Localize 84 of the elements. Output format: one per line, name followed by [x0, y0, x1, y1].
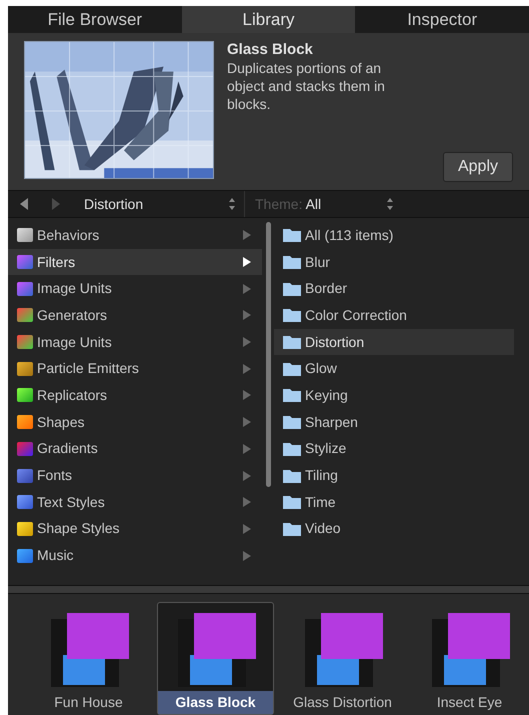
category-icon [16, 493, 34, 512]
folder-item[interactable]: Blur [274, 248, 514, 276]
tab[interactable]: Inspector [355, 6, 529, 33]
folder-icon [282, 334, 302, 350]
disclosure-arrow-icon [242, 417, 252, 428]
folder-item[interactable]: Stylize [274, 436, 514, 462]
folder-icon [282, 360, 302, 377]
folder-item[interactable]: Border [274, 275, 514, 302]
folder-icon [282, 468, 302, 484]
category-item[interactable]: Text Styles [8, 488, 262, 516]
folder-item[interactable]: Keying [274, 382, 514, 409]
effect-tile[interactable]: Fun House [30, 602, 147, 715]
disclosure-arrow-icon [242, 257, 252, 268]
stepper-arrows-icon [228, 197, 236, 211]
category-item[interactable]: Gradients [8, 436, 262, 462]
category-item[interactable]: Shape Styles [8, 516, 262, 542]
category-item[interactable]: Particle Emitters [8, 355, 262, 382]
disclosure-arrow-icon [242, 390, 252, 400]
disclosure-arrow-icon [242, 524, 252, 534]
category-icon [16, 360, 34, 378]
disclosure-arrow-icon [242, 550, 252, 561]
folder-icon [282, 520, 302, 537]
folder-icon [282, 280, 302, 297]
category-icon [16, 280, 34, 298]
tab[interactable]: Library [182, 6, 356, 33]
category-item[interactable]: Fonts [8, 462, 262, 489]
folder-item[interactable]: Color Correction [274, 302, 514, 329]
disclosure-arrow-icon [242, 470, 252, 481]
stepper-arrows-icon [386, 197, 394, 211]
effect-label: Fun House [53, 693, 124, 712]
scrollbar-thumb[interactable] [266, 222, 270, 487]
category-icon [16, 226, 34, 244]
category-item[interactable]: Replicators [8, 382, 262, 409]
folder-icon [282, 414, 302, 430]
folder-item[interactable]: Glow [274, 355, 514, 382]
folder-icon [282, 227, 302, 244]
category-item[interactable]: Image Units [8, 328, 262, 356]
effect-description: Duplicates portions of an object and stacks them in blocks. [227, 59, 386, 113]
forward-arrow-icon [51, 198, 61, 210]
category-icon [16, 466, 34, 485]
category-item[interactable]: Behaviors [8, 222, 262, 249]
folder-icon [282, 494, 302, 510]
category-item[interactable]: Music [8, 542, 262, 569]
effect-tile[interactable]: Glass Distortion [284, 602, 401, 715]
category-icon [16, 440, 34, 458]
effect-tile[interactable]: Glass Block [157, 602, 274, 715]
effect-title: Glass Block [227, 41, 314, 59]
category-item[interactable]: Shapes [8, 408, 262, 436]
tab[interactable]: File Browser [8, 6, 182, 33]
category-icon [16, 386, 34, 404]
splitter-handle[interactable] [8, 585, 529, 594]
effect-label: Glass Block [158, 691, 273, 714]
category-icon [16, 546, 34, 565]
effect-label: Glass Distortion [292, 693, 393, 712]
back-arrow-icon [19, 198, 29, 210]
folder-item[interactable]: Time [274, 488, 514, 516]
disclosure-arrow-icon [242, 337, 252, 348]
folder-icon [282, 254, 302, 270]
category-item[interactable]: Generators [8, 302, 262, 329]
folder-icon [282, 440, 302, 457]
folder-item[interactable]: Tiling [274, 462, 514, 489]
apply-button[interactable]: Apply [442, 152, 513, 182]
category-icon [16, 520, 34, 538]
disclosure-arrow-icon [242, 230, 252, 240]
folder-item[interactable]: Video [274, 516, 514, 542]
category-icon [16, 413, 34, 432]
folder-item[interactable]: Distortion [274, 328, 514, 356]
disclosure-arrow-icon [242, 364, 252, 374]
category-icon [16, 253, 34, 272]
folder-icon [282, 387, 302, 404]
disclosure-arrow-icon [242, 444, 252, 454]
disclosure-arrow-icon [242, 497, 252, 508]
disclosure-arrow-icon [242, 284, 252, 294]
folder-item[interactable]: All (113 items) [274, 222, 514, 249]
category-item[interactable]: Image Units [8, 275, 262, 302]
category-icon [16, 333, 34, 352]
disclosure-arrow-icon [242, 310, 252, 320]
category-popup[interactable]: Distortion [72, 191, 244, 217]
effect-tile[interactable]: Insect Eye [411, 602, 528, 715]
category-item[interactable]: Filters [8, 248, 262, 276]
effect-label: Insect Eye [436, 693, 504, 712]
folder-icon [282, 307, 302, 324]
folder-item[interactable]: Sharpen [274, 408, 514, 436]
category-icon [16, 306, 34, 324]
